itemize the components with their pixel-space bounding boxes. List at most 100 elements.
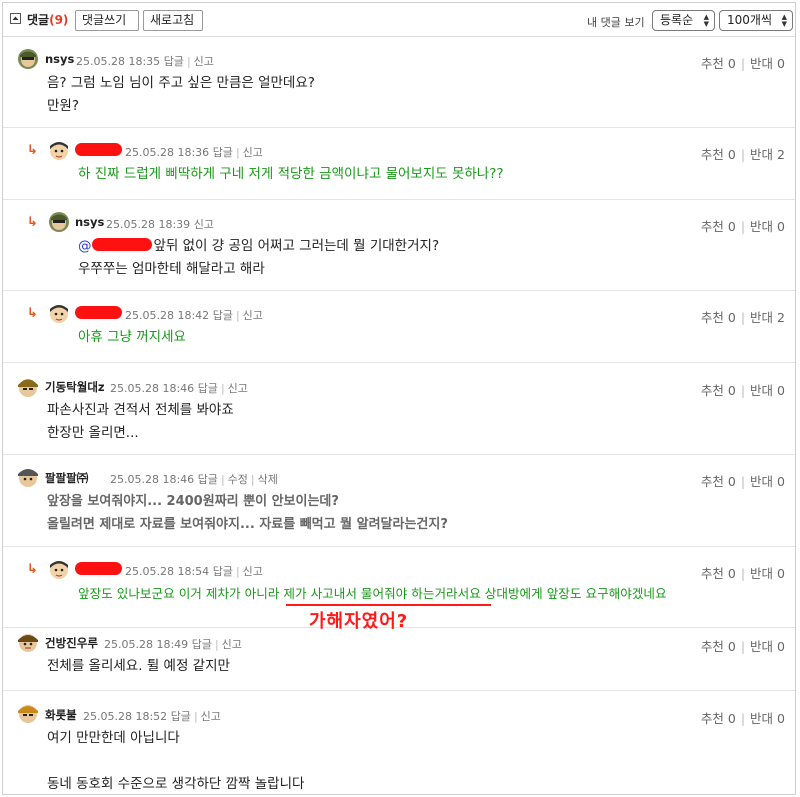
comment-line: 하 진짜 드럽게 삐딱하게 구네 저게 적당한 금액이냐고 물어보지도 못하나?… xyxy=(78,166,504,182)
downvote-button[interactable]: 반대 0 xyxy=(750,639,785,654)
avatar xyxy=(17,48,39,70)
comment-item: 팔팔팔㈜ 25.05.28 18:46 답글 | 수정 | 삭제 추천 0 | 반대 0 앞… xyxy=(3,455,795,547)
downvote-button[interactable]: 반대 0 xyxy=(750,711,785,726)
reply-arrow-icon: ↳ xyxy=(27,306,38,321)
comment-header: 댓글(9) 댓글쓰기 새로고침 내 댓글 보기 등록순 ▲ ▼ 100개씩 ▲ ▼ xyxy=(3,3,795,37)
comment-line: 올릴려면 제대로 자료를 보여줘야지... 자료를 빼먹고 뭘 알려달라는건지? xyxy=(47,517,448,532)
highlight-underline xyxy=(286,604,491,606)
reply-arrow-icon: ↳ xyxy=(27,562,38,577)
upvote-button[interactable]: 추천 0 xyxy=(701,711,736,726)
vote-box: 추천 0 | 반대 0 xyxy=(700,56,785,71)
comment-author[interactable]: nsys xyxy=(75,215,104,229)
downvote-button[interactable]: 반대 2 xyxy=(750,147,785,162)
comment-line: 만원? xyxy=(47,98,80,114)
reply-link[interactable]: 답글 xyxy=(198,473,218,486)
comment-item: nsys 25.05.28 18:35 답글 | 신고 추천 0 | 반대 0 음? 그… xyxy=(3,37,795,128)
reply-arrow-icon: ↳ xyxy=(27,215,38,230)
reply-link[interactable]: 답글 xyxy=(213,565,233,578)
comment-author[interactable]: nsys xyxy=(45,52,74,66)
upvote-button[interactable]: 추천 0 xyxy=(701,474,736,489)
comment-meta: 25.05.28 18:46 답글 | 수정 | 삭제 xyxy=(110,473,278,486)
select-arrows-icon: ▲ ▼ xyxy=(703,13,709,28)
upvote-button[interactable]: 추천 0 xyxy=(701,383,736,398)
vote-box: 추천 0 | 반대 0 xyxy=(700,219,785,234)
refresh-button[interactable]: 새로고침 xyxy=(143,10,203,31)
comment-line: 앞장도 있나보군요 이거 제차가 아니라 제가 사고내서 물어줘야 하는거라서요… xyxy=(78,586,667,601)
comment-line: 여기 만만한데 아닙니다 xyxy=(47,730,180,746)
upvote-button[interactable]: 추천 0 xyxy=(701,566,736,581)
reply-link[interactable]: 답글 xyxy=(213,309,233,322)
downvote-button[interactable]: 반대 0 xyxy=(750,219,785,234)
upvote-button[interactable]: 추천 0 xyxy=(701,219,736,234)
report-link[interactable]: 신고 xyxy=(194,218,214,231)
sort-order-select[interactable]: 등록순 ▲ ▼ xyxy=(652,10,715,31)
downvote-button[interactable]: 반대 0 xyxy=(750,383,785,398)
comment-author[interactable]: 화롯불 xyxy=(45,707,77,723)
avatar xyxy=(17,376,39,398)
report-link[interactable]: 신고 xyxy=(222,638,242,651)
comment-line: 동네 동호회 수준으로 생각하단 깜짝 놀랍니다 xyxy=(47,776,305,792)
reply-link[interactable]: 답글 xyxy=(171,710,191,723)
redacted-mention xyxy=(91,238,152,251)
report-link[interactable]: 신고 xyxy=(194,55,214,68)
comment-meta: 25.05.28 18:49 답글 | 신고 xyxy=(104,638,242,651)
comment-panel: 댓글(9) 댓글쓰기 새로고침 내 댓글 보기 등록순 ▲ ▼ 100개씩 ▲ ▼ ns… xyxy=(2,2,796,795)
comment-line: 아휴 그냥 꺼지세요 xyxy=(78,329,186,345)
avatar xyxy=(48,211,70,233)
edit-link[interactable]: 수정 xyxy=(228,473,248,486)
comment-author[interactable]: 건방진우루 xyxy=(45,635,98,651)
avatar xyxy=(48,139,70,161)
avatar xyxy=(17,631,39,653)
mention[interactable]: @ xyxy=(78,238,92,254)
report-link[interactable]: 신고 xyxy=(201,710,221,723)
vote-box: 추천 0 | 반대 2 xyxy=(700,147,785,162)
vote-box: 추천 0 | 반대 0 xyxy=(700,383,785,398)
vote-box: 추천 0 | 반대 0 xyxy=(700,566,785,581)
redacted-author xyxy=(75,562,122,575)
page-size-select[interactable]: 100개씩 ▲ ▼ xyxy=(719,10,793,31)
comment-item: 화롯불 25.05.28 18:52 답글 | 신고 추천 0 | 반대 0 여기 만만… xyxy=(3,691,795,795)
report-link[interactable]: 신고 xyxy=(243,565,263,578)
comment-item: 기동탁월대z 25.05.28 18:46 답글 | 신고 추천 0 | 반대 0 파손… xyxy=(3,363,795,455)
delete-link[interactable]: 삭제 xyxy=(258,473,278,486)
vote-box: 추천 0 | 반대 2 xyxy=(700,310,785,325)
reply-link[interactable]: 답글 xyxy=(164,55,184,68)
upvote-button[interactable]: 추천 0 xyxy=(701,56,736,71)
downvote-button[interactable]: 반대 0 xyxy=(750,56,785,71)
vote-box: 추천 0 | 반대 0 xyxy=(700,474,785,489)
upvote-button[interactable]: 추천 0 xyxy=(701,147,736,162)
comment-body: 하 진짜 드럽게 삐딱하게 구네 저게 적당한 금액이냐고 물어보지도 못하나?… xyxy=(78,163,504,186)
comment-line: 파손사진과 견적서 전체를 봐야죠 xyxy=(47,402,234,418)
comment-author[interactable]: 팔팔팔㈜ xyxy=(45,470,88,486)
upvote-button[interactable]: 추천 0 xyxy=(701,310,736,325)
redacted-author xyxy=(75,306,122,319)
comment-item: ↳ 25.05.28 18:36 답글 | 신고 추천 0 | 반대 2 하 진짜 드럽… xyxy=(3,128,795,200)
reply-link[interactable]: 답글 xyxy=(198,382,218,395)
comment-blank-line xyxy=(47,750,304,773)
report-link[interactable]: 신고 xyxy=(228,382,248,395)
comment-body: 아휴 그냥 꺼지세요 xyxy=(78,326,186,349)
comment-line: 전체를 올리세요. 튈 예정 같지만 xyxy=(47,658,230,674)
my-comments-link[interactable]: 내 댓글 보기 xyxy=(587,14,645,30)
reply-link[interactable]: 답글 xyxy=(213,146,233,159)
write-comment-button[interactable]: 댓글쓰기 xyxy=(75,10,139,31)
report-link[interactable]: 신고 xyxy=(243,309,263,322)
avatar xyxy=(48,302,70,324)
comment-line: 우쭈쭈는 엄마한테 해달라고 해라 xyxy=(78,261,265,277)
upvote-button[interactable]: 추천 0 xyxy=(701,639,736,654)
comment-author[interactable]: 기동탁월대z xyxy=(45,379,105,395)
reply-link[interactable]: 답글 xyxy=(192,638,212,651)
comment-body: 앞장을 보여줘야지... 2400원짜리 뿐이 안보이는데? 올릴려면 제대로 … xyxy=(47,490,448,536)
downvote-button[interactable]: 반대 2 xyxy=(750,310,785,325)
comment-meta: 25.05.28 18:46 답글 | 신고 xyxy=(110,382,248,395)
comment-body: 여기 만만한데 아닙니다 동네 동호회 수준으로 생각하단 깜짝 놀랍니다 xyxy=(47,727,304,796)
report-link[interactable]: 신고 xyxy=(243,146,263,159)
downvote-button[interactable]: 반대 0 xyxy=(750,474,785,489)
collapse-toggle-icon[interactable] xyxy=(10,13,21,24)
comment-meta: 25.05.28 18:54 답글 | 신고 xyxy=(125,565,263,578)
comment-line: 음? 그럼 노임 님이 주고 싶은 만큼은 얼만데요? xyxy=(47,75,315,91)
downvote-button[interactable]: 반대 0 xyxy=(750,566,785,581)
avatar xyxy=(17,466,39,488)
comment-line: 한장만 올리면... xyxy=(47,425,139,441)
comment-meta: 25.05.28 18:35 답글 | 신고 xyxy=(76,55,214,68)
